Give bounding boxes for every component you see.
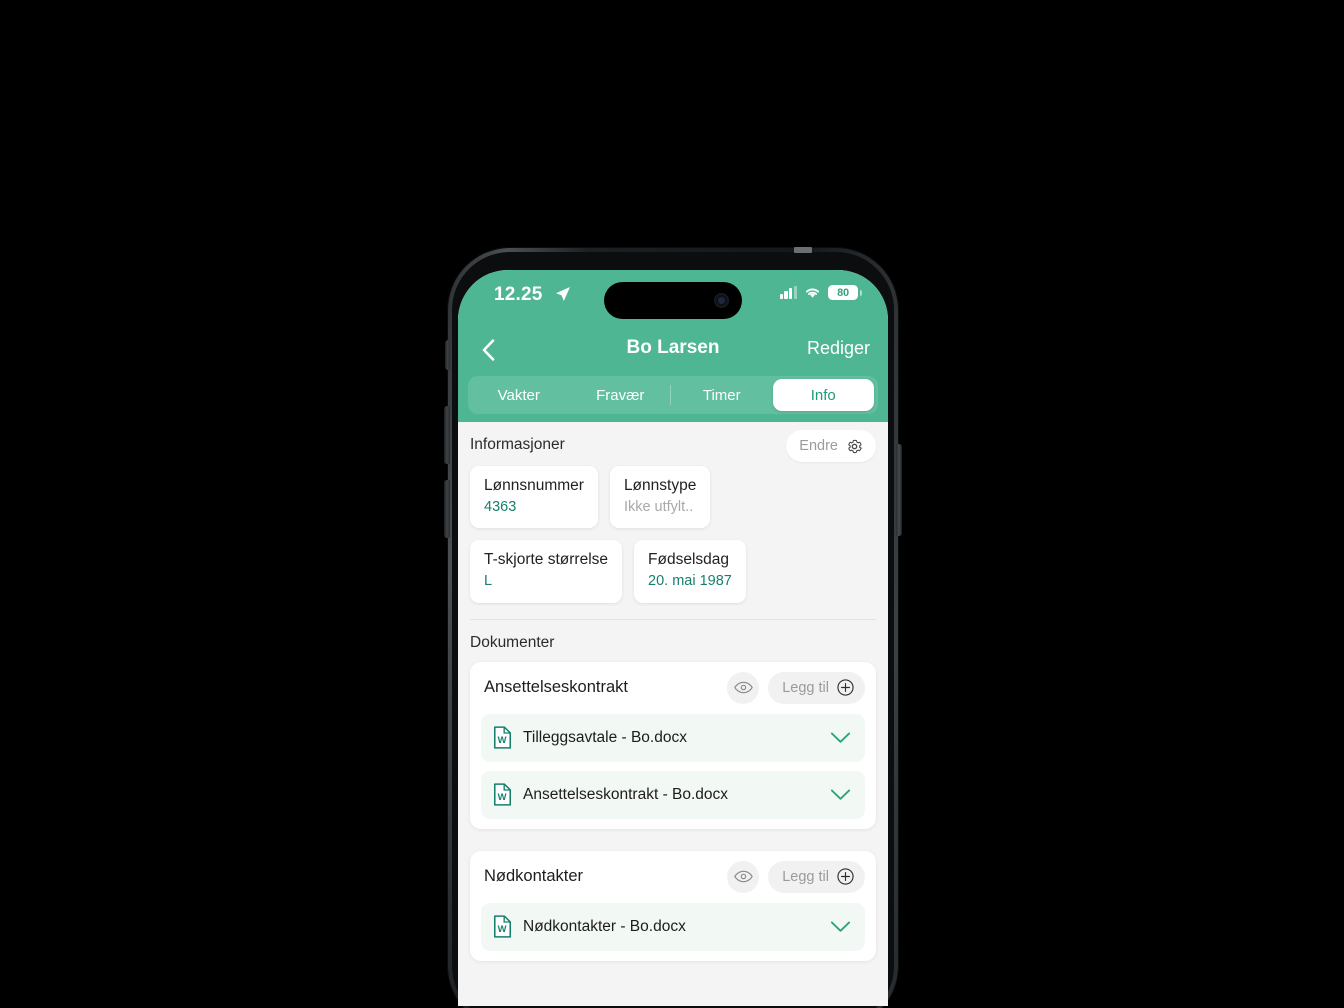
document-file-name: Ansettelseskontrakt - Bo.docx [523,785,729,803]
endre-button-label: Endre [799,438,838,454]
tab-label: Info [810,386,836,404]
volume-up-button[interactable] [444,406,450,464]
plus-circle-icon [837,868,854,886]
volume-down-button[interactable] [444,480,450,538]
document-group-title: Ansettelseskontrakt [484,678,628,697]
svg-text:W: W [498,735,507,746]
word-document-icon: W [493,783,512,807]
info-card-label: Fødselsdag [648,551,729,569]
tab-timer[interactable]: Timer [671,379,773,411]
phone-device-frame: 12.25 80 Bo Larsen Rediger Vakter Fravær… [444,247,902,1008]
document-row[interactable]: W Nødkontakter - Bo.docx [481,902,865,951]
phone-screen: 12.25 80 Bo Larsen Rediger Vakter Fravær… [458,270,888,1006]
info-card-label: Lønnsnummer [484,477,584,494]
information-section: Informasjoner Endre Lønnsnummer 4363 Løn… [458,422,888,603]
info-card-value: L [484,573,493,590]
info-card-tskjorte-storrelse[interactable]: T-skjorte størrelse L [470,540,623,603]
preview-eye-button[interactable] [727,671,760,704]
document-group-ansettelseskontrakt: Ansettelseskontrakt Legg til W Tilleggsa… [470,661,876,829]
documents-section: Dokumenter Ansettelseskontrakt Legg til … [458,620,888,961]
front-camera-icon [714,293,729,308]
tab-segmented-control: Vakter Fravær Timer Info [468,376,878,414]
info-cards-row-2: T-skjorte størrelse L Fødselsdag 20. mai… [458,528,888,603]
eye-icon [733,682,753,694]
tab-vakter[interactable]: Vakter [468,379,570,411]
endre-button[interactable]: Endre [786,430,876,462]
add-document-label: Legg til [782,868,829,885]
svg-text:W: W [498,792,507,803]
chevron-down-icon[interactable] [830,732,851,744]
info-card-label: Lønnstype [623,477,697,494]
battery-icon: 80 [828,285,862,300]
tab-info[interactable]: Info [772,379,874,411]
antenna-band [794,247,812,253]
info-cards-row-1: Lønnsnummer 4363 Lønnstype Ikke utfylt.. [458,454,888,529]
wifi-icon [805,288,820,298]
dynamic-island [604,282,742,319]
screenshot-canvas: 12.25 80 Bo Larsen Rediger Vakter Fravær… [0,0,1344,1008]
cellular-signal-icon [779,286,797,299]
word-document-icon: W [493,726,512,750]
add-document-label: Legg til [782,679,829,696]
app-header: 12.25 80 Bo Larsen Rediger Vakter Fravær… [458,270,888,422]
status-bar-indicators: 80 [779,285,862,300]
info-card-value: Ikke utfylt.. [623,498,694,515]
document-row[interactable]: W Ansettelseskontrakt - Bo.docx [481,770,865,819]
preview-eye-button[interactable] [727,860,760,893]
chevron-down-icon[interactable] [830,921,851,933]
location-arrow-icon [556,287,570,301]
tab-fravaer[interactable]: Fravær [570,379,672,411]
battery-percent-label: 80 [837,286,849,299]
add-document-button[interactable]: Legg til [768,671,865,704]
documents-section-title: Dokumenter [470,633,555,651]
document-group-title: Nødkontakter [484,867,584,886]
status-bar: 12.25 80 [458,270,888,324]
document-group-nodkontakter: Nødkontakter Legg til W Nødkontakter - B… [470,850,876,961]
info-card-value: 20. mai 1987 [648,573,732,590]
navigation-bar: Bo Larsen Rediger [458,328,888,372]
document-file-name: Tilleggsavtale - Bo.docx [523,728,687,746]
eye-icon [733,871,753,883]
info-card-label: T-skjorte størrelse [484,551,609,569]
svg-text:W: W [498,924,507,935]
info-card-fodselsdag[interactable]: Fødselsdag 20. mai 1987 [634,540,746,603]
edit-button[interactable]: Rediger [807,338,870,359]
gear-icon [848,439,863,453]
word-document-icon: W [493,915,512,939]
tab-label: Fravær [596,386,645,404]
silent-switch-button[interactable] [445,340,450,370]
document-row[interactable]: W Tilleggsavtale - Bo.docx [481,713,865,762]
document-group-header: Nødkontakter Legg til [470,851,876,903]
tab-label: Vakter [497,386,540,404]
add-document-button[interactable]: Legg til [768,860,865,893]
document-group-header: Ansettelseskontrakt Legg til [470,662,876,714]
info-card-value: 4363 [484,498,517,515]
status-bar-time: 12.25 [494,284,543,305]
document-file-name: Nødkontakter - Bo.docx [523,917,686,935]
info-card-lonnstype[interactable]: Lønnstype Ikke utfylt.. [609,466,711,529]
content-scroll-area[interactable]: Informasjoner Endre Lønnsnummer 4363 Løn… [458,422,888,1006]
chevron-down-icon[interactable] [830,789,851,801]
tab-label: Timer [702,386,741,404]
plus-circle-icon [837,679,854,697]
power-button[interactable] [896,444,902,536]
info-card-lonnsnummer[interactable]: Lønnsnummer 4363 [470,466,598,529]
